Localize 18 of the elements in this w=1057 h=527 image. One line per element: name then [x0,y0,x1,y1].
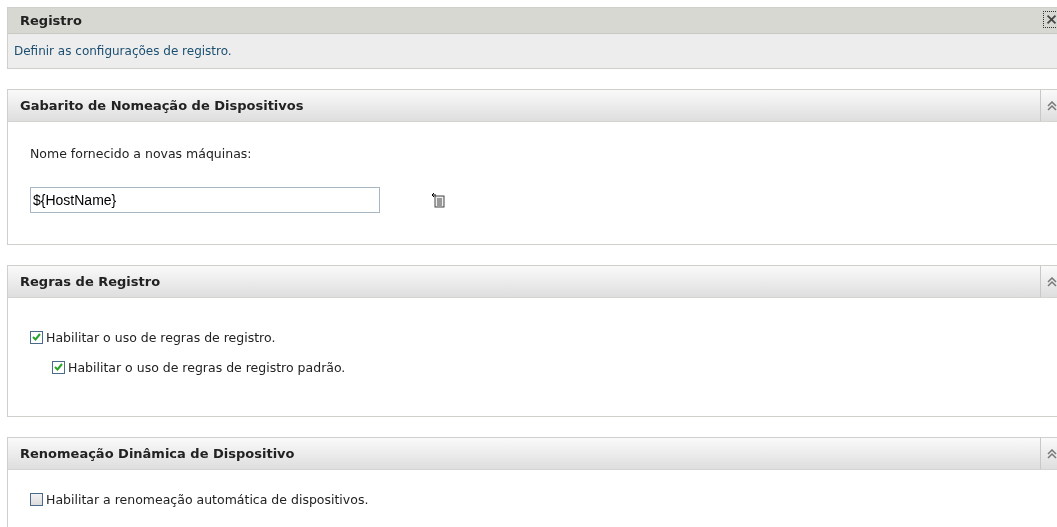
name-template-field[interactable]: ${HostName} [30,187,380,213]
insert-variable-icon[interactable] [432,192,445,208]
section-title: Renomeação Dinâmica de Dispositivo [20,446,295,461]
checkbox-label: Habilitar o uso de regras de registro padrão. [68,359,346,375]
panel-title: Registro [20,13,82,28]
checkbox[interactable] [52,360,65,374]
checkbox[interactable] [30,492,43,506]
checkbox[interactable] [30,330,43,344]
double-chevron-icon [1047,448,1057,459]
double-chevron-icon [1047,100,1057,111]
checkbox-label: Habilitar o uso de regras de registro. [46,329,276,345]
checkbox-label: Habilitar a renomeação automática de dispositivos. [46,491,369,507]
double-chevron-icon [1047,276,1057,287]
section-title: Gabarito de Nomeação de Dispositivos [20,98,304,113]
close-icon[interactable] [1043,11,1057,28]
field-label: Nome fornecido a novas máquinas: [30,146,253,161]
panel-description: Definir as configurações de registro. [14,44,232,58]
section-title: Regras de Registro [20,274,161,289]
